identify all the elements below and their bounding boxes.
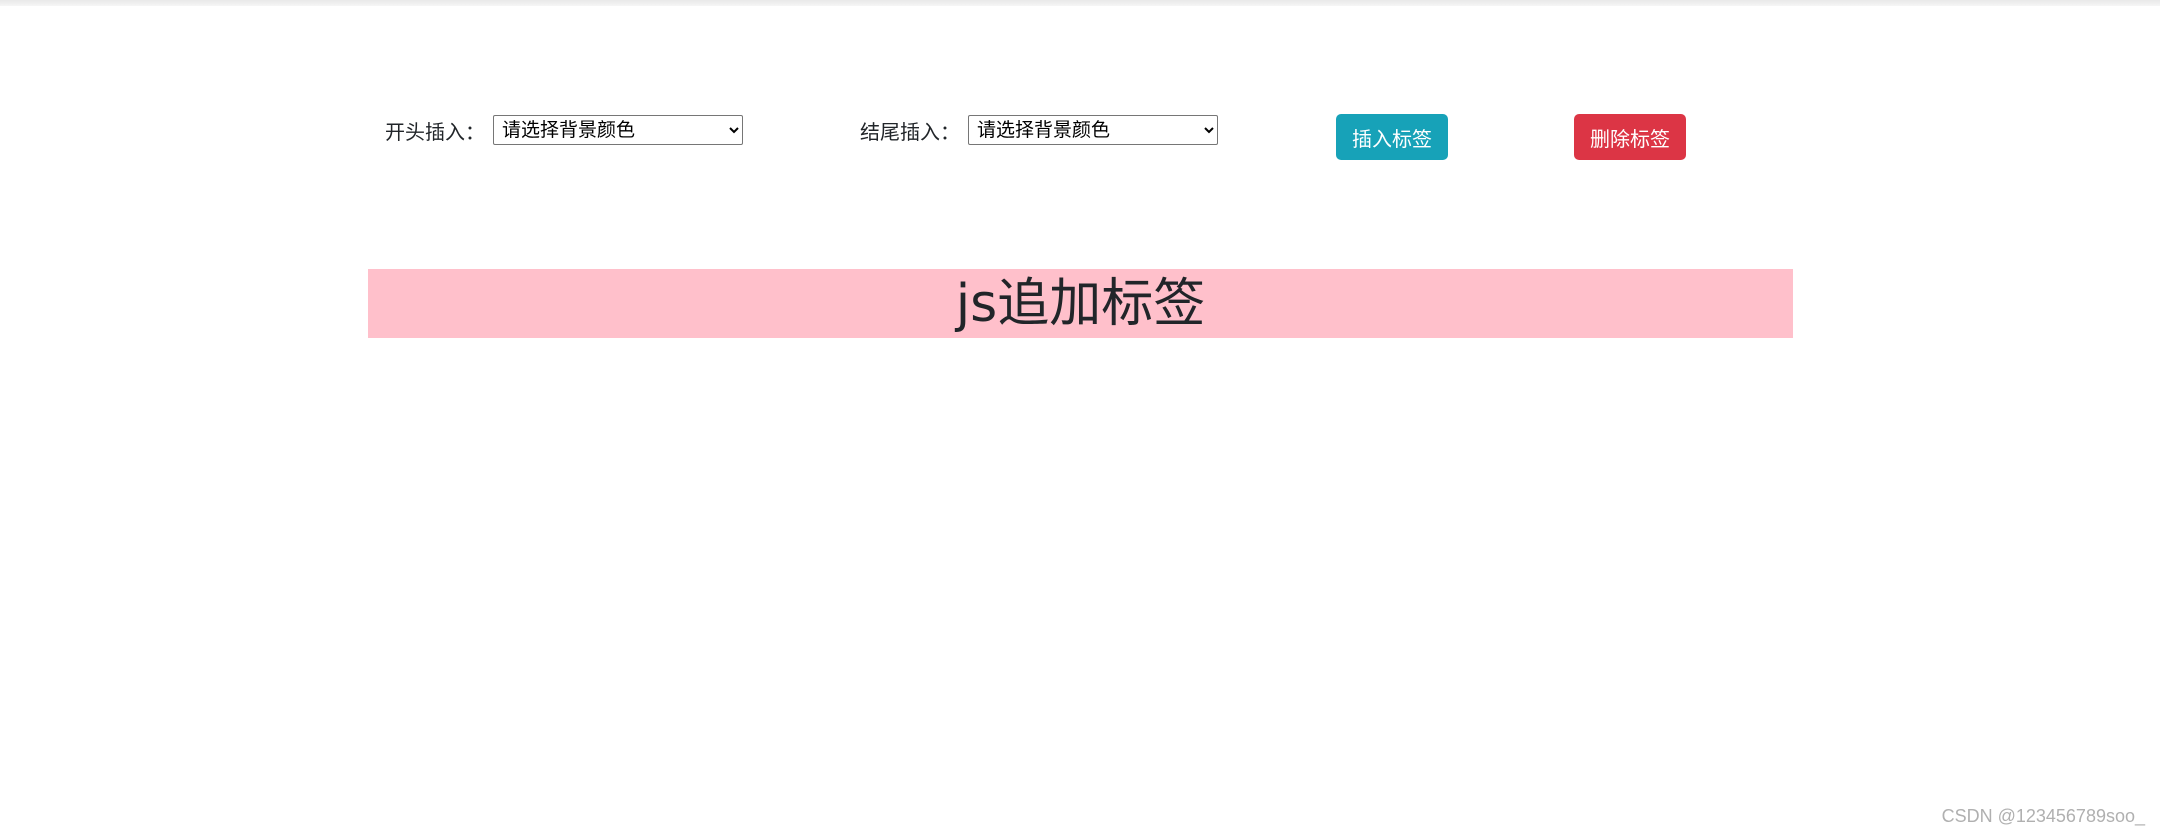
banner-title: js追加标签 xyxy=(955,273,1206,334)
end-insert-control: 结尾插入： 请选择背景颜色 xyxy=(860,114,1218,146)
insert-tag-button[interactable]: 插入标签 xyxy=(1336,114,1448,160)
end-insert-label: 结尾插入： xyxy=(860,119,960,144)
title-banner: js追加标签 xyxy=(368,269,1793,338)
start-insert-label: 开头插入： xyxy=(385,119,485,144)
end-insert-select[interactable]: 请选择背景颜色 xyxy=(968,115,1218,145)
csdn-watermark: CSDN @123456789soo_ xyxy=(1941,806,2145,826)
start-insert-select[interactable]: 请选择背景颜色 xyxy=(493,115,743,145)
start-insert-control: 开头插入： 请选择背景颜色 xyxy=(385,114,743,146)
delete-tag-button[interactable]: 删除标签 xyxy=(1574,114,1686,160)
browser-top-border xyxy=(0,0,2160,6)
